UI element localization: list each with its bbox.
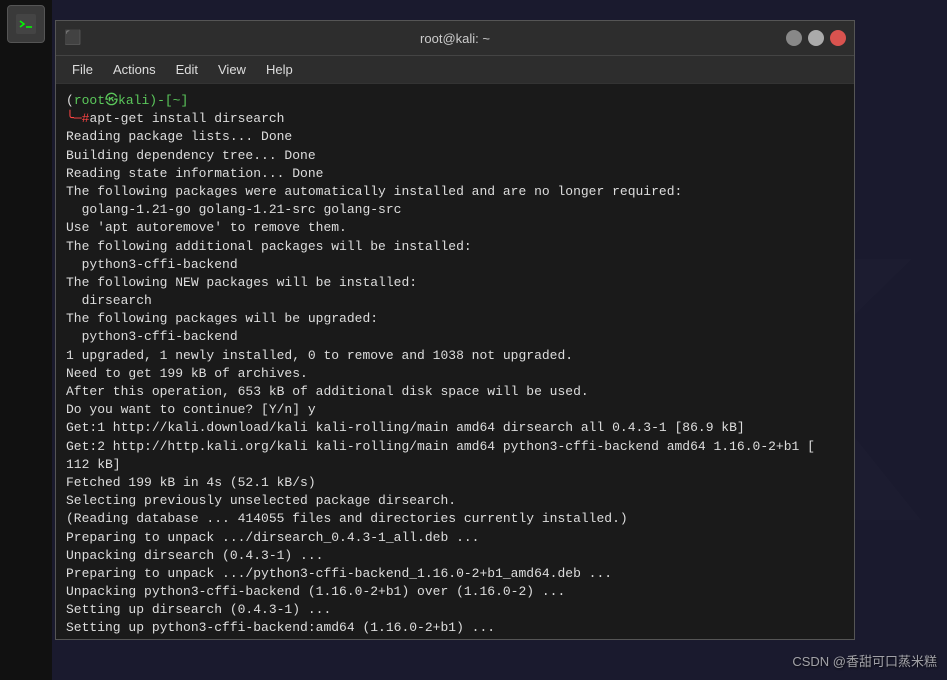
line-29: Processing triggers for man-db (2.12.0-1… <box>66 638 844 639</box>
line-28: Setting up python3-cffi-backend:amd64 (1… <box>66 619 844 637</box>
menu-help[interactable]: Help <box>258 60 301 79</box>
line-10: dirsearch <box>66 292 844 310</box>
menu-file[interactable]: File <box>64 60 101 79</box>
line-21: Selecting previously unselected package … <box>66 492 844 510</box>
line-20: Fetched 199 kB in 4s (52.1 kB/s) <box>66 474 844 492</box>
title-bar-controls: – □ ✕ <box>786 30 846 46</box>
menu-actions[interactable]: Actions <box>105 60 164 79</box>
line-19: 112 kB] <box>66 456 844 474</box>
maximize-button[interactable]: □ <box>808 30 824 46</box>
line-23: Preparing to unpack .../dirsearch_0.4.3-… <box>66 529 844 547</box>
left-taskbar <box>0 0 52 680</box>
line-17: Get:1 http://kali.download/kali kali-rol… <box>66 419 844 437</box>
line-18: Get:2 http://http.kali.org/kali kali-rol… <box>66 438 844 456</box>
line-12: python3-cffi-backend <box>66 328 844 346</box>
close-button[interactable]: ✕ <box>830 30 846 46</box>
line-4: The following packages were automaticall… <box>66 183 844 201</box>
terminal-window-icon: ⬛ <box>64 30 81 47</box>
watermark: CSDN @香甜可口蒸米糕 <box>792 651 937 670</box>
line-22: (Reading database ... 414055 files and d… <box>66 510 844 528</box>
line-25: Preparing to unpack .../python3-cffi-bac… <box>66 565 844 583</box>
line-24: Unpacking dirsearch (0.4.3-1) ... <box>66 547 844 565</box>
title-bar: ⬛ root@kali: ~ – □ ✕ <box>56 21 854 56</box>
line-5: golang-1.21-go golang-1.21-src golang-sr… <box>66 201 844 219</box>
line-8: python3-cffi-backend <box>66 256 844 274</box>
line-3: Reading state information... Done <box>66 165 844 183</box>
window-title: root@kali: ~ <box>420 31 490 46</box>
line-7: The following additional packages will b… <box>66 238 844 256</box>
prompt-command-1: ╰─# apt-get install dirsearch <box>66 110 844 128</box>
menu-view[interactable]: View <box>210 60 254 79</box>
terminal-content[interactable]: (root㉿kali)-[~] ╰─# apt-get install dirs… <box>56 84 854 639</box>
line-15: After this operation, 653 kB of addition… <box>66 383 844 401</box>
line-11: The following packages will be upgraded: <box>66 310 844 328</box>
line-9: The following NEW packages will be insta… <box>66 274 844 292</box>
taskbar-terminal[interactable] <box>7 5 45 43</box>
line-2: Building dependency tree... Done <box>66 147 844 165</box>
terminal-window: ⬛ root@kali: ~ – □ ✕ File Actions Edit V… <box>55 20 855 640</box>
line-27: Setting up dirsearch (0.4.3-1) ... <box>66 601 844 619</box>
line-26: Unpacking python3-cffi-backend (1.16.0-2… <box>66 583 844 601</box>
menu-edit[interactable]: Edit <box>168 60 206 79</box>
line-1: Reading package lists... Done <box>66 128 844 146</box>
minimize-button[interactable]: – <box>786 30 802 46</box>
title-bar-left: ⬛ <box>64 30 89 47</box>
menu-bar: File Actions Edit View Help <box>56 56 854 84</box>
line-6: Use 'apt autoremove' to remove them. <box>66 219 844 237</box>
prompt-line-1: (root㉿kali)-[~] <box>66 92 844 110</box>
line-13: 1 upgraded, 1 newly installed, 0 to remo… <box>66 347 844 365</box>
line-14: Need to get 199 kB of archives. <box>66 365 844 383</box>
terminal-icon <box>16 14 36 34</box>
line-16: Do you want to continue? [Y/n] y <box>66 401 844 419</box>
